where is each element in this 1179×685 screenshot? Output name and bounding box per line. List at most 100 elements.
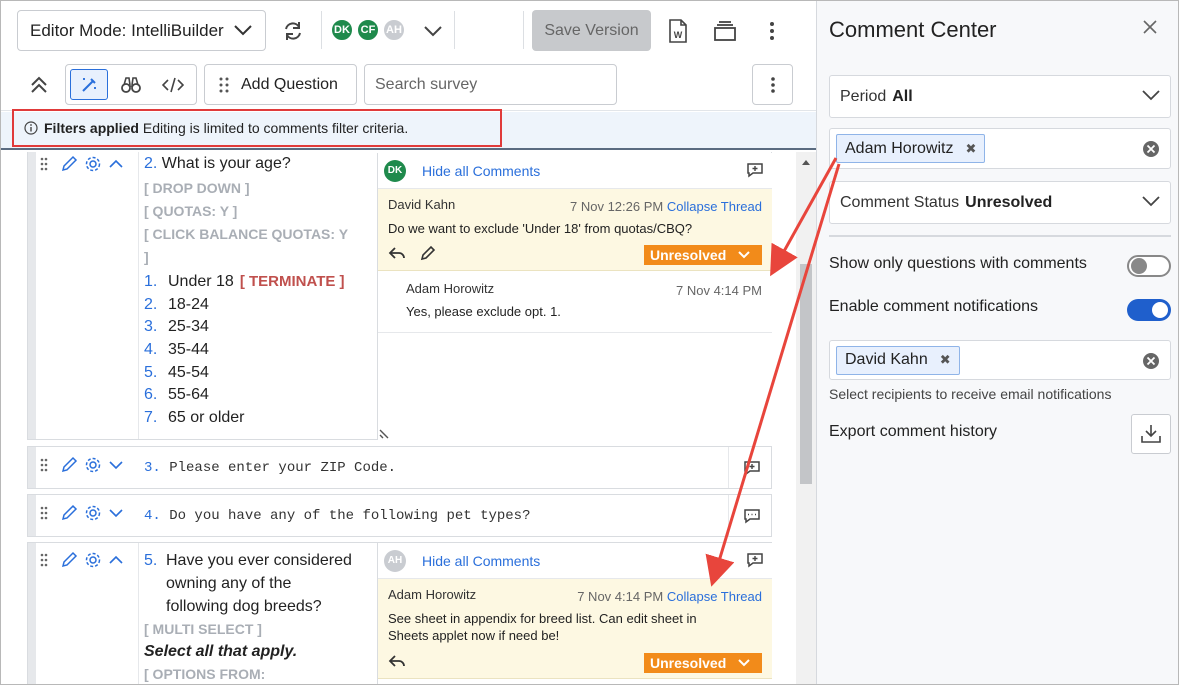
drag-handle-icon [219,77,229,92]
author-filter[interactable]: Adam Horowitz ✖ [829,128,1171,169]
chevron-down-icon[interactable] [108,459,124,471]
avatar-ah[interactable]: AH [382,18,406,42]
divider [321,11,322,49]
add-comment-icon[interactable] [746,162,764,178]
recipient-chip[interactable]: David Kahn ✖ [836,345,960,375]
magic-edit-icon [82,77,96,92]
layers-icon[interactable] [712,18,738,44]
hide-all-comments-link[interactable]: Hide all Comments [422,163,540,179]
collapse-thread-link[interactable]: Collapse Thread [667,199,762,214]
period-select[interactable]: Period All [829,75,1171,118]
chevron-down-icon[interactable] [108,507,124,519]
answer-option: 4. 35-44 [144,341,209,359]
add-comment-icon[interactable] [743,460,761,476]
export-button[interactable] [1131,414,1171,454]
code-mode-tab[interactable] [154,69,192,100]
author-chip[interactable]: Adam Horowitz ✖ [836,134,986,163]
comment-time: 7 Nov 4:14 PM Collapse Thread [577,589,762,604]
status-dropdown[interactable]: Unresolved [644,245,762,265]
scroll-up-icon [802,160,810,165]
app-window: Editor Mode: IntelliBuilder DK CF AH Save … [0,0,1179,685]
survey-question-list: 2. What is your age? [ DROP DOWN ] [ QUO… [1,152,796,684]
save-version-button[interactable]: Save Version [532,10,651,51]
question-card-3: 3. Please enter your ZIP Code. [27,446,772,489]
gear-icon[interactable] [84,551,102,569]
comment-message: See sheet in appendix for breed list. Ca… [388,611,697,643]
chevron-down-icon [738,659,750,667]
drag-handle-icon[interactable] [40,553,48,567]
avatar-dk[interactable]: DK [330,18,354,42]
editor-mode-label: Editor Mode: IntelliBuilder [30,20,224,40]
more-vertical-icon[interactable] [760,18,784,44]
avatar: DK [384,159,406,182]
status-label: Comment Status [840,193,960,211]
gear-icon[interactable] [84,456,102,474]
refresh-icon[interactable] [279,17,307,45]
answer-option: 5. 45-54 [144,363,209,381]
chevron-down-icon[interactable] [421,21,445,41]
gear-icon[interactable] [84,504,102,522]
gear-icon[interactable] [84,155,102,173]
drag-handle-icon[interactable] [40,157,48,171]
pencil-icon[interactable] [60,456,78,474]
notifications-toggle[interactable] [1127,299,1171,321]
show-only-toggle[interactable] [1127,255,1171,277]
divider [523,11,524,49]
pencil-icon[interactable] [420,245,436,261]
remove-chip-icon[interactable]: ✖ [965,141,976,157]
vertical-scrollbar[interactable] [796,152,816,684]
toggle-knob [1131,258,1147,274]
question-rail [28,152,36,439]
comment-icon[interactable] [743,508,761,524]
preview-mode-tab[interactable] [112,69,150,100]
resize-handle-icon[interactable] [378,428,390,440]
notifications-label: Enable comment notifications [829,298,1038,315]
edit-mode-tab[interactable] [70,69,108,100]
divider [138,152,139,439]
toggle-knob [1152,302,1168,318]
code-icon [162,77,184,92]
add-comment-icon[interactable] [746,552,764,568]
question-title: 4. Do you have any of the following pet … [144,508,531,524]
recipients-input[interactable]: David Kahn ✖ [829,340,1171,380]
binoculars-icon [121,76,141,93]
search-survey-input[interactable] [364,64,617,105]
collapse-all-icon[interactable] [25,71,53,99]
close-icon[interactable] [1142,19,1158,35]
clear-icon[interactable] [1142,140,1160,158]
pencil-icon[interactable] [60,155,78,173]
word-doc-icon[interactable]: W [666,18,690,44]
survey-editor: Editor Mode: IntelliBuilder DK CF AH Save … [1,1,816,684]
chevron-up-icon[interactable] [108,554,124,566]
answer-option: 6. 55-64 [144,386,209,404]
svg-text:W: W [674,30,683,40]
editor-mode-select[interactable]: Editor Mode: IntelliBuilder [17,10,266,51]
status-dropdown[interactable]: Unresolved [644,653,762,673]
comment-message: Do we want to exclude 'Under 18' from qu… [388,221,693,236]
scrollbar-thumb[interactable] [800,264,812,484]
pencil-icon[interactable] [60,504,78,522]
remove-chip-icon[interactable]: ✖ [940,352,951,368]
avatar: AH [384,549,406,572]
clear-icon[interactable] [1142,352,1160,370]
question-instruction: Select all that apply. [144,643,298,660]
add-question-button[interactable]: Add Question [204,64,357,105]
chevron-up-icon[interactable] [108,158,124,170]
chevron-down-icon [1142,195,1160,207]
top-toolbar: Editor Mode: IntelliBuilder DK CF AH Save … [1,1,816,59]
divider [829,235,1171,237]
comment-status-select[interactable]: Comment Status Unresolved [829,181,1171,224]
pencil-icon[interactable] [60,551,78,569]
question-card-2: 2. What is your age? [ DROP DOWN ] [ QUO… [27,152,772,440]
hide-all-comments-link[interactable]: Hide all Comments [422,553,540,569]
reply-icon[interactable] [388,653,406,669]
download-icon [1141,425,1161,443]
avatar-cf[interactable]: CF [356,18,380,42]
drag-handle-icon[interactable] [40,506,48,520]
collapse-thread-link[interactable]: Collapse Thread [667,589,762,604]
more-options-button[interactable] [752,64,793,105]
reply-icon[interactable] [388,245,406,261]
reply-message: Yes, please exclude opt. 1. [406,304,561,319]
comment-thread: Adam Horowitz 7 Nov 4:14 PM Collapse Thr… [378,579,772,679]
drag-handle-icon[interactable] [40,458,48,472]
